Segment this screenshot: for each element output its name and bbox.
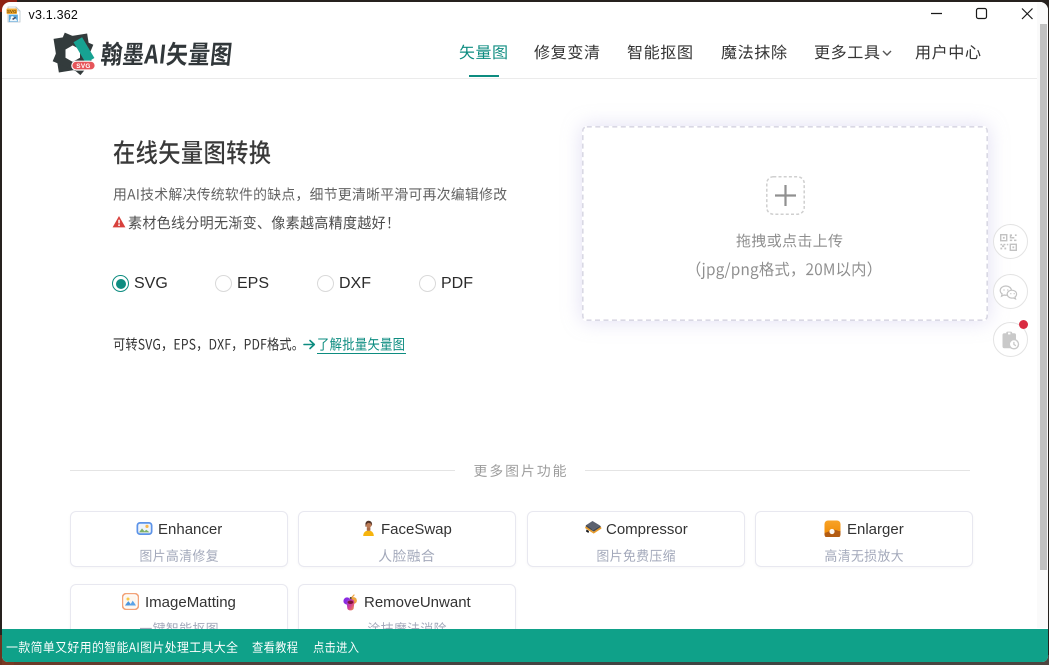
svg-text:SVG: SVG (7, 9, 17, 14)
svg-text:SVG: SVG (76, 63, 90, 70)
